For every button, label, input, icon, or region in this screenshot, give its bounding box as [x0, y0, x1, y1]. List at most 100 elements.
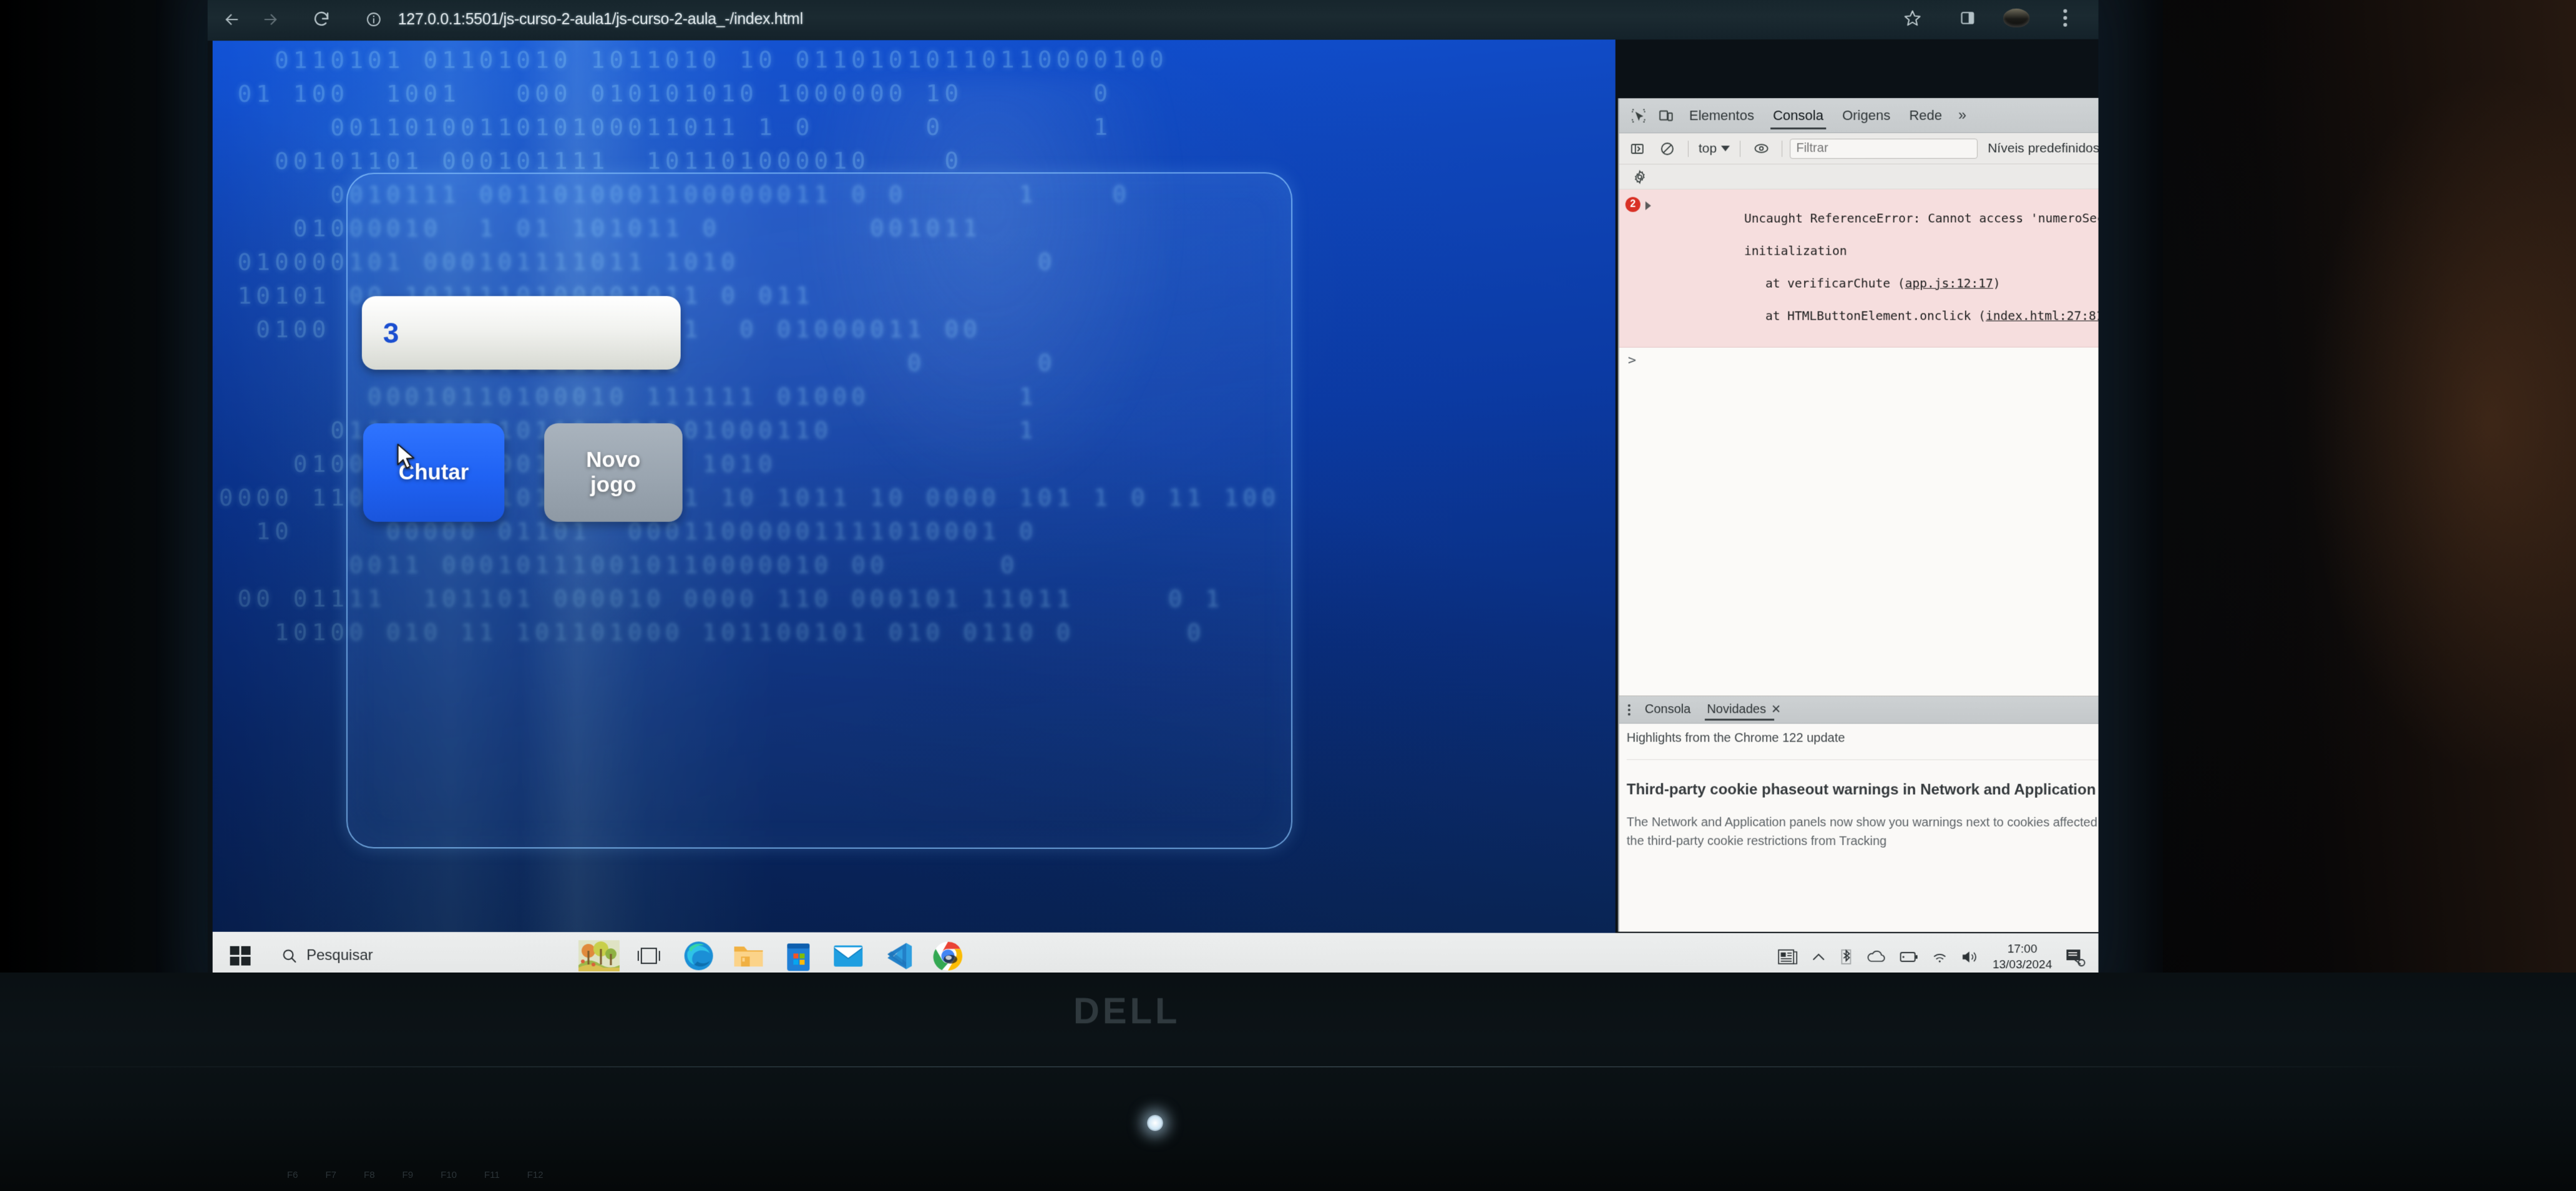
console-toolbar: top Níveis predefinidos 1 problema:: [1619, 132, 2099, 165]
file-explorer-icon[interactable]: [725, 933, 771, 978]
console-filter-input[interactable]: [1790, 138, 1978, 159]
kebab-menu-icon[interactable]: [1623, 703, 1636, 715]
forward-arrow-icon[interactable]: [251, 0, 290, 39]
fn-key-f7[interactable]: F7: [326, 1170, 337, 1180]
tab-origens[interactable]: Origens: [1833, 99, 1899, 132]
brand-logo: DELL: [1073, 991, 1181, 1031]
vs-code-icon[interactable]: [875, 934, 921, 979]
console-error-entry[interactable]: 2 Uncaught ReferenceError: Cannot access…: [1619, 189, 2099, 348]
console-sidebar-icon[interactable]: [1624, 135, 1651, 162]
console-prompt[interactable]: >: [1619, 348, 2099, 368]
devtools-drawer: Consola Novidades ✕ ✕ Highlights from th…: [1619, 695, 2099, 933]
context-value: top: [1698, 140, 1717, 155]
stack-line-2-link[interactable]: index.html:27:81: [1986, 308, 2099, 323]
browser-toolbar-right: [1893, 0, 2099, 37]
tab-elementos[interactable]: Elementos: [1681, 99, 1763, 132]
inspect-element-icon[interactable]: [1626, 102, 1652, 129]
whats-new-subtitle: Highlights from the Chrome 122 update: [1626, 731, 1845, 745]
whats-new-item-body: The Network and Application panels now s…: [1626, 815, 2099, 848]
guess-button[interactable]: Chutar: [363, 423, 505, 522]
page-viewport: 0110101 01101010 1011010 10 011010101101…: [212, 39, 1616, 933]
context-selector[interactable]: top: [1696, 141, 1732, 156]
log-levels-dropdown[interactable]: Níveis predefinidos: [1988, 140, 2098, 155]
task-view-icon[interactable]: [626, 933, 672, 978]
back-arrow-icon[interactable]: [213, 0, 251, 39]
microsoft-store-icon[interactable]: [775, 933, 821, 978]
live-expression-icon[interactable]: [1748, 135, 1774, 162]
kebab-menu-icon[interactable]: [2046, 0, 2084, 37]
console-settings-row: [1619, 164, 2099, 190]
stack-line-1-prefix: at verificarChute (: [1765, 276, 1905, 291]
drawer-tabbar: Consola Novidades ✕ ✕: [1619, 696, 2099, 724]
notification-center-icon[interactable]: [2064, 948, 2086, 966]
mail-icon[interactable]: [825, 934, 871, 979]
news-and-interests-icon[interactable]: [1777, 948, 1798, 966]
gear-icon[interactable]: [1627, 164, 1653, 190]
wifi-icon[interactable]: [1931, 949, 1949, 964]
search-placeholder-label: Pesquisar: [306, 946, 373, 964]
screen-bezel-left: [156, 0, 210, 999]
tab-rede[interactable]: Rede: [1900, 99, 1951, 132]
onedrive-icon[interactable]: [1866, 949, 1886, 964]
site-info-icon[interactable]: [354, 0, 393, 39]
clock-date: 13/03/2024: [1993, 958, 2052, 972]
star-icon[interactable]: [1893, 0, 1932, 37]
chevron-double-right-icon[interactable]: »: [1952, 107, 1973, 124]
whats-new-item[interactable]: Third-party cookie phaseout warnings in …: [1627, 780, 2099, 883]
tab-consola[interactable]: Consola: [1764, 99, 1832, 132]
clock-time: 17:00: [2007, 943, 2037, 956]
divider: [1626, 759, 2099, 760]
error-message-line1: Uncaught ReferenceError: Cannot access '…: [1744, 211, 2099, 226]
power-icon[interactable]: [1147, 1115, 1163, 1131]
clock[interactable]: 17:00 13/03/2024: [1993, 941, 2052, 973]
microsoft-edge-icon[interactable]: [675, 933, 721, 978]
drawer-tab-novidades-label: Novidades: [1707, 702, 1767, 717]
device-toolbar-icon[interactable]: [1653, 102, 1679, 129]
stack-line-1-link[interactable]: app.js:12:17: [1905, 276, 1993, 290]
whats-new-content: Highlights from the Chrome 122 update Th…: [1619, 723, 2099, 933]
avatar[interactable]: [2003, 8, 2030, 27]
devtools-tabbar: Elementos Consola Origens Rede » ✕ 2 1: [1619, 97, 2099, 134]
drawer-tab-consola[interactable]: Consola: [1638, 697, 1698, 723]
widgets-weather-icon[interactable]: [576, 933, 622, 978]
search-icon: [281, 947, 298, 964]
browser-toolbar: 127.0.0.1:5501/js-curso-2-aula1/js-curso…: [207, 0, 2099, 41]
laptop-screen: 127.0.0.1:5501/js-curso-2-aula1/js-curso…: [207, 0, 2099, 981]
laptop-body: DELL F6 F7 F8 F9 F10 F11 F12: [0, 973, 2576, 1191]
search-input[interactable]: Pesquisar: [268, 937, 389, 974]
side-panel-icon[interactable]: [1948, 0, 1987, 37]
guess-input[interactable]: [361, 296, 681, 370]
hinge-line: [0, 1066, 2576, 1067]
fn-key-f10[interactable]: F10: [441, 1170, 457, 1180]
drawer-tab-novidades[interactable]: Novidades ✕: [1700, 697, 1788, 723]
console-output: 2 Uncaught ReferenceError: Cannot access…: [1619, 189, 2099, 696]
fn-key-f9[interactable]: F9: [402, 1170, 414, 1180]
volume-icon[interactable]: [1961, 949, 1980, 964]
console-error-text: Uncaught ReferenceError: Cannot access '…: [1656, 194, 2099, 341]
clear-console-icon[interactable]: [1654, 135, 1681, 162]
address-bar-url[interactable]: 127.0.0.1:5501/js-curso-2-aula1/js-curso…: [398, 10, 803, 29]
screen-bezel-right: [2094, 0, 2163, 999]
fn-key-f12[interactable]: F12: [527, 1170, 544, 1180]
google-chrome-icon[interactable]: [925, 934, 971, 979]
reload-icon[interactable]: [302, 0, 341, 39]
fn-key-f11[interactable]: F11: [484, 1170, 500, 1180]
error-count-badge-inline: 2: [1625, 197, 1641, 212]
stack-line-2-prefix: at HTMLButtonElement.onclick (: [1765, 308, 1986, 323]
bluetooth-icon[interactable]: [1838, 948, 1853, 966]
error-message-line2: initialization: [1744, 243, 1847, 258]
game-card: Chutar Novo jogo: [346, 172, 1293, 850]
expand-triangle-icon[interactable]: [1645, 201, 1651, 210]
windows-start-icon[interactable]: [220, 936, 260, 976]
function-key-row: F6 F7 F8 F9 F10 F11 F12: [175, 1160, 2421, 1190]
chevron-down-icon: [1721, 145, 1730, 152]
fn-key-f6[interactable]: F6: [287, 1170, 298, 1180]
stack-line-1-suffix: ): [1993, 276, 2001, 291]
fn-key-f8[interactable]: F8: [364, 1170, 375, 1180]
show-hidden-icons-chevron[interactable]: [1811, 951, 1826, 963]
battery-icon[interactable]: [1899, 950, 1919, 964]
close-icon[interactable]: ✕: [1771, 702, 1781, 717]
taskbar-app-icons: [576, 933, 971, 979]
new-game-button[interactable]: Novo jogo: [544, 423, 683, 522]
devtools-panel: Elementos Consola Origens Rede » ✕ 2 1: [1617, 97, 2099, 933]
